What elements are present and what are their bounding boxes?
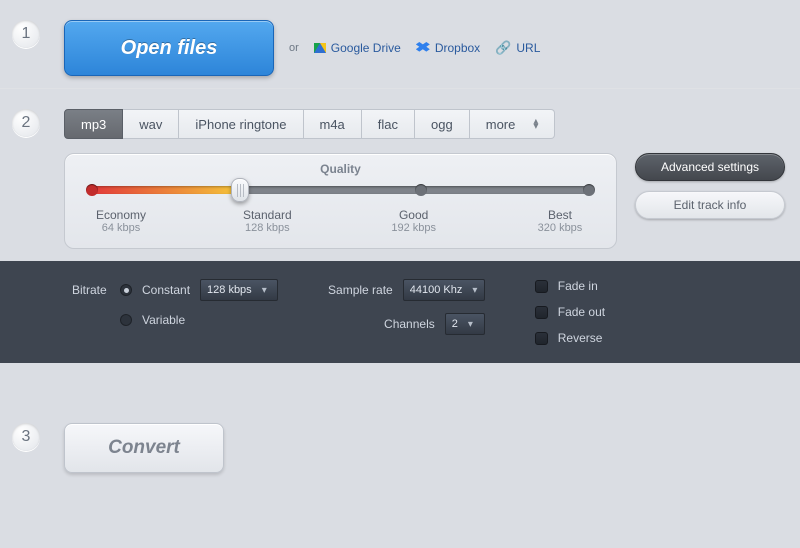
open-files-button[interactable]: Open files — [64, 20, 274, 76]
channels-dropdown[interactable]: 2 — [445, 313, 485, 335]
step2-body: mp3 wav iPhone ringtone m4a flac ogg mor… — [64, 109, 785, 249]
bitrate-label: Bitrate — [72, 283, 110, 297]
slider-fill — [91, 186, 242, 194]
quality-labels: Economy64 kbps Standard128 kbps Good192 … — [89, 208, 592, 234]
tab-m4a[interactable]: m4a — [304, 109, 362, 139]
tab-iphone-ringtone[interactable]: iPhone ringtone — [179, 109, 303, 139]
or-label: or — [289, 42, 299, 54]
step-badge-2: 2 — [12, 109, 40, 137]
reverse-label: Reverse — [558, 331, 603, 345]
sample-column: Sample rate 44100 Khz Channels 2 — [328, 279, 485, 345]
tab-wav[interactable]: wav — [123, 109, 179, 139]
link-icon: 🔗 — [495, 40, 511, 56]
bitrate-variable-radio[interactable] — [120, 314, 132, 326]
tab-ogg[interactable]: ogg — [415, 109, 470, 139]
dropbox-link[interactable]: Dropbox — [416, 41, 480, 55]
quality-good: Good192 kbps — [382, 208, 446, 234]
sample-rate-row: Sample rate 44100 Khz — [328, 279, 485, 301]
url-label: URL — [516, 41, 540, 55]
google-drive-icon — [314, 43, 326, 53]
step-1: 1 Open files or Google Drive Dropbox 🔗 U… — [0, 0, 800, 88]
slider-notch-economy — [86, 184, 98, 196]
side-buttons: Advanced settings Edit track info — [635, 153, 785, 219]
quality-row: Quality Economy64 kbps Standard128 kbps … — [64, 153, 785, 249]
step-2: 2 mp3 wav iPhone ringtone m4a flac ogg m… — [0, 89, 800, 261]
bitrate-variable-row: Variable — [72, 313, 278, 327]
fade-in-row: Fade in — [535, 279, 605, 293]
slider-notch-best — [583, 184, 595, 196]
convert-button[interactable]: Convert — [64, 423, 224, 473]
step-badge-3: 3 — [12, 423, 40, 451]
format-tabs: mp3 wav iPhone ringtone m4a flac ogg mor… — [64, 109, 785, 139]
fade-in-label: Fade in — [558, 279, 598, 293]
dropbox-icon — [416, 42, 430, 54]
tab-mp3[interactable]: mp3 — [64, 109, 123, 139]
bitrate-column: Bitrate Constant 128 kbps Variable — [72, 279, 278, 345]
reverse-checkbox[interactable] — [535, 332, 548, 345]
bitrate-dropdown[interactable]: 128 kbps — [200, 279, 278, 301]
bitrate-variable-label: Variable — [142, 313, 185, 327]
toggles-column: Fade in Fade out Reverse — [535, 279, 605, 345]
reverse-row: Reverse — [535, 331, 605, 345]
sample-rate-dropdown[interactable]: 44100 Khz — [403, 279, 485, 301]
slider-knob[interactable] — [231, 178, 249, 202]
sort-icon: ▴▾ — [533, 119, 538, 129]
tab-more-label: more — [486, 117, 516, 132]
bitrate-constant-radio[interactable] — [120, 284, 132, 296]
google-drive-link[interactable]: Google Drive — [314, 41, 401, 55]
bitrate-constant-row: Bitrate Constant 128 kbps — [72, 279, 278, 301]
channels-row: Channels 2 — [328, 313, 485, 335]
quality-economy: Economy64 kbps — [89, 208, 153, 234]
dropbox-label: Dropbox — [435, 41, 480, 55]
channels-label: Channels — [384, 317, 435, 331]
open-row: Open files or Google Drive Dropbox 🔗 URL — [64, 20, 540, 76]
tab-more[interactable]: more ▴▾ — [470, 109, 556, 139]
quality-panel: Quality Economy64 kbps Standard128 kbps … — [64, 153, 617, 249]
fade-out-checkbox[interactable] — [535, 306, 548, 319]
fade-out-label: Fade out — [558, 305, 605, 319]
bitrate-constant-label: Constant — [142, 283, 190, 297]
google-drive-label: Google Drive — [331, 41, 401, 55]
advanced-panel: Bitrate Constant 128 kbps Variable Sampl… — [0, 261, 800, 363]
slider-notch-good — [415, 184, 427, 196]
url-link[interactable]: 🔗 URL — [495, 40, 540, 56]
fade-out-row: Fade out — [535, 305, 605, 319]
quality-title: Quality — [89, 162, 592, 176]
sample-rate-label: Sample rate — [328, 283, 393, 297]
step-badge-1: 1 — [12, 20, 40, 48]
tab-flac[interactable]: flac — [362, 109, 415, 139]
quality-slider[interactable] — [89, 186, 592, 194]
advanced-settings-button[interactable]: Advanced settings — [635, 153, 785, 181]
edit-track-info-button[interactable]: Edit track info — [635, 191, 785, 219]
step-3: 3 Convert — [0, 363, 800, 485]
fade-in-checkbox[interactable] — [535, 280, 548, 293]
quality-best: Best320 kbps — [528, 208, 592, 234]
quality-standard: Standard128 kbps — [235, 208, 299, 234]
